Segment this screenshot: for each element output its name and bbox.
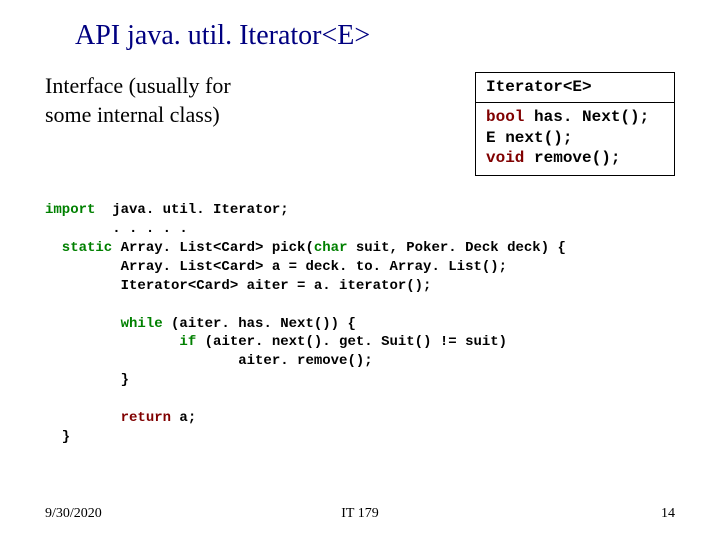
iterator-box-line2: E next(); xyxy=(486,128,664,149)
iterator-box-line3: void remove(); xyxy=(486,148,664,169)
iterator-interface-box: Iterator<E> bool has. Next(); E next(); … xyxy=(475,72,675,176)
slide: API java. util. Iterator<E> Interface (u… xyxy=(0,0,720,540)
code-l4: Array. List<Card> a = deck. to. Array. L… xyxy=(45,259,507,275)
iterator-box-header: Iterator<E> xyxy=(476,73,674,103)
keyword-void: void xyxy=(486,149,524,167)
code-block: import java. util. Iterator; . . . . . s… xyxy=(45,201,675,447)
interface-description: Interface (usually for some internal cla… xyxy=(45,72,475,129)
keyword-static: static xyxy=(45,240,112,256)
keyword-while: while xyxy=(45,316,163,332)
keyword-import: import xyxy=(45,202,95,218)
code-l8: aiter. remove(); xyxy=(45,353,373,369)
footer: 9/30/2020 IT 179 14 xyxy=(0,506,720,522)
code-l10-rest: a; xyxy=(171,410,196,426)
slide-title: API java. util. Iterator<E> xyxy=(75,20,675,52)
keyword-bool: bool xyxy=(486,108,524,126)
code-l6-rest: (aiter. has. Next()) { xyxy=(163,316,356,332)
code-l1-rest: java. util. Iterator; xyxy=(95,202,288,218)
footer-course: IT 179 xyxy=(0,506,720,522)
code-l5: Iterator<Card> aiter = a. iterator(); xyxy=(45,278,431,294)
iterator-line3-rest: remove(); xyxy=(524,149,620,167)
interface-desc-line2: some internal class) xyxy=(45,102,220,127)
keyword-if: if xyxy=(45,334,196,350)
keyword-return: return xyxy=(45,410,171,426)
code-l3a: Array. List<Card> pick( xyxy=(112,240,314,256)
iterator-box-line1: bool has. Next(); xyxy=(486,107,664,128)
code-l2: . . . . . xyxy=(45,221,188,237)
code-l7-rest: (aiter. next(). get. Suit() != suit) xyxy=(196,334,507,350)
iterator-line1-rest: has. Next(); xyxy=(524,108,649,126)
code-l11: } xyxy=(45,429,70,445)
code-l3b: suit, Poker. Deck deck) { xyxy=(347,240,565,256)
code-l9: } xyxy=(45,372,129,388)
keyword-char: char xyxy=(314,240,348,256)
upper-row: Interface (usually for some internal cla… xyxy=(45,72,675,176)
interface-desc-line1: Interface (usually for xyxy=(45,73,231,98)
